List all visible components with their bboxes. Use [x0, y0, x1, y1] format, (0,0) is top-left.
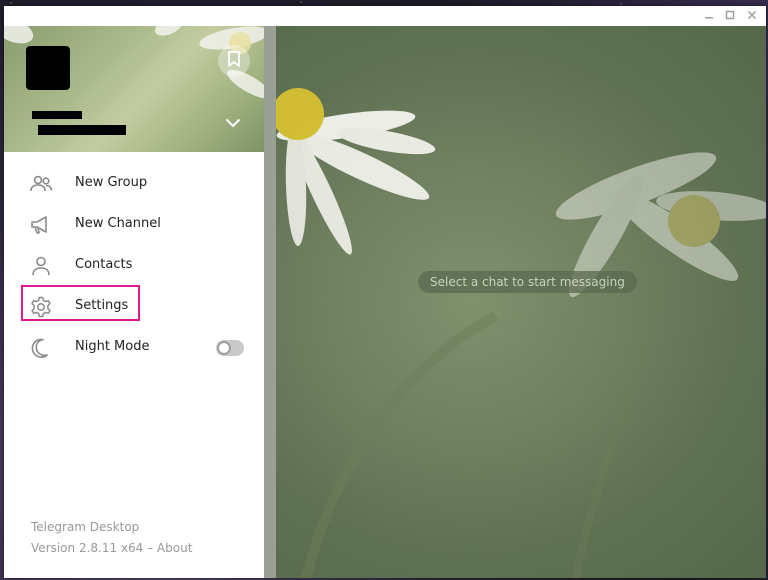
maximize-icon[interactable] [721, 8, 739, 24]
telegram-window: New Group New Channel Contacts Settings … [4, 6, 766, 578]
menu-item-label: Contacts [75, 257, 133, 272]
avatar[interactable] [26, 46, 70, 90]
menu-item-new-channel[interactable]: New Channel [4, 204, 264, 245]
account-phone-redacted [38, 125, 126, 135]
account-cover [4, 26, 264, 152]
menu-list: New Group New Channel Contacts Settings … [4, 163, 264, 368]
moon-icon [29, 336, 53, 360]
menu-item-label: New Group [75, 175, 148, 190]
panel-divider [264, 26, 276, 578]
wallpaper-flowers [276, 88, 766, 578]
night-mode-toggle[interactable] [216, 340, 244, 356]
group-icon [29, 172, 53, 196]
chat-area: Select a chat to start messaging [276, 26, 766, 578]
toggle-knob [217, 341, 231, 355]
menu-item-contacts[interactable]: Contacts [4, 245, 264, 286]
cover-petal [152, 26, 186, 40]
desktop-speck [300, 1, 302, 3]
main-menu-sidebar: New Group New Channel Contacts Settings … [4, 26, 264, 578]
desktop-speck [10, 2, 12, 4]
menu-item-label: New Channel [75, 216, 161, 231]
account-name-redacted [32, 111, 82, 119]
app-footer: Telegram Desktop Version 2.8.11 x64 – Ab… [31, 517, 192, 559]
account-switch-button[interactable] [222, 112, 244, 132]
person-icon [29, 254, 53, 278]
megaphone-icon [29, 213, 53, 237]
menu-item-label: Night Mode [75, 339, 150, 354]
empty-chat-hint: Select a chat to start messaging [418, 271, 637, 293]
settings-highlight-box [21, 285, 140, 321]
bookmark-icon [227, 51, 241, 71]
cover-petal [4, 26, 37, 49]
menu-item-night-mode[interactable]: Night Mode [4, 327, 264, 368]
version-about-link[interactable]: Version 2.8.11 x64 – About [31, 538, 192, 559]
desktop-speck [620, 3, 622, 5]
title-bar[interactable] [4, 6, 766, 26]
app-name: Telegram Desktop [31, 520, 140, 534]
saved-messages-button[interactable] [218, 45, 250, 77]
menu-item-new-group[interactable]: New Group [4, 163, 264, 204]
close-icon[interactable] [743, 8, 761, 24]
chevron-down-icon [225, 113, 241, 132]
minimize-icon[interactable] [700, 8, 718, 24]
